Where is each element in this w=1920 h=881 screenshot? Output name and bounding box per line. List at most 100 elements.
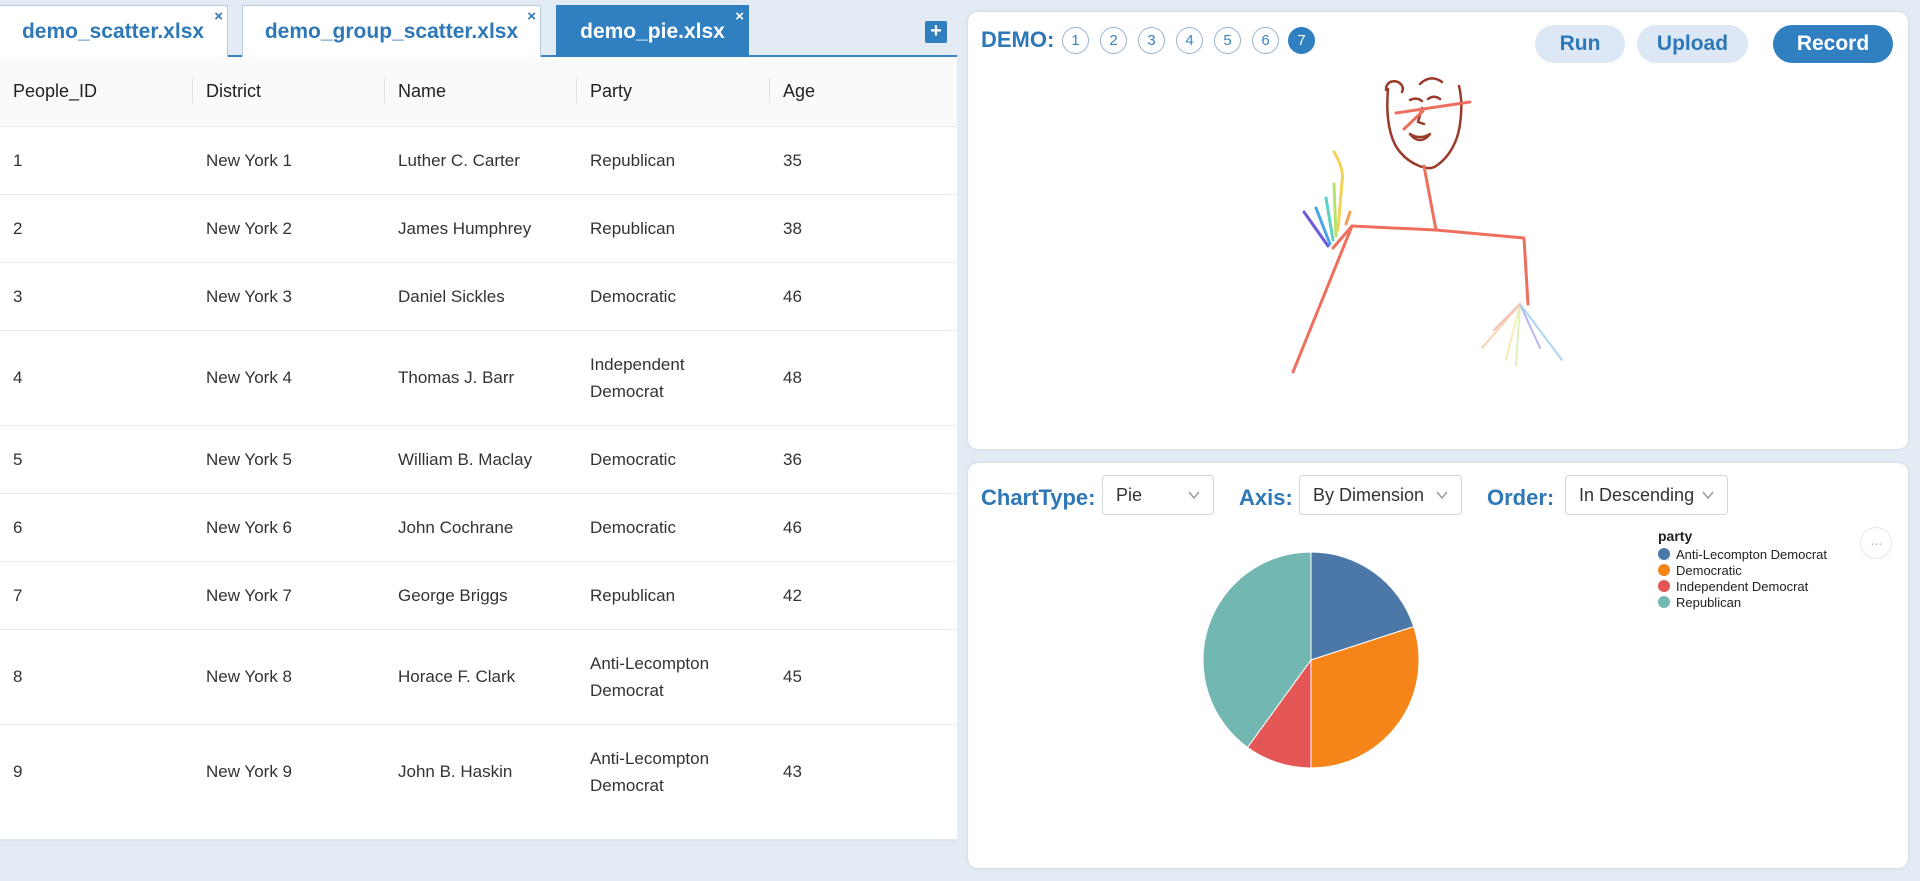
- chart-legend: party Anti-Lecompton Democrat Democratic…: [1658, 528, 1827, 610]
- cell-age: 38: [770, 193, 957, 262]
- cell-party: Anti-Lecompton Democrat: [577, 723, 770, 819]
- cell-name: James Humphrey: [385, 193, 577, 262]
- close-icon[interactable]: ×: [735, 9, 744, 24]
- table-row[interactable]: 1 New York 1 Luther C. Carter Republican…: [0, 125, 957, 194]
- cell-district: New York 1: [193, 125, 385, 194]
- cell-age: 48: [770, 329, 957, 425]
- cell-name: William B. Maclay: [385, 424, 577, 493]
- cell-name: Luther C. Carter: [385, 125, 577, 194]
- legend-swatch: [1658, 548, 1670, 560]
- cell-people-id: 9: [0, 723, 193, 819]
- tab-demo-group-scatter[interactable]: demo_group_scatter.xlsx ×: [242, 5, 541, 57]
- cell-name: Horace F. Clark: [385, 628, 577, 724]
- demo-label: DEMO:: [981, 27, 1055, 52]
- face-sketch: [1384, 77, 1463, 170]
- cell-district: New York 8: [193, 628, 385, 724]
- cell-people-id: 6: [0, 492, 193, 561]
- cell-name: Daniel Sickles: [385, 261, 577, 330]
- cell-age: 45: [770, 628, 957, 724]
- table-row[interactable]: 7 New York 7 George Briggs Republican 42: [0, 560, 957, 629]
- tab-label: demo_pie.xlsx: [580, 19, 725, 43]
- cell-name: George Briggs: [385, 560, 577, 629]
- add-tab-button[interactable]: +: [925, 21, 947, 43]
- table-row[interactable]: 9 New York 9 John B. Haskin Anti-Lecompt…: [0, 723, 957, 819]
- data-table: People_ID District Name Party Age 1 New …: [0, 57, 957, 839]
- right-hand-sketch: [1481, 303, 1563, 367]
- pie-chart: [1202, 551, 1420, 769]
- table-row[interactable]: 6 New York 6 John Cochrane Democratic 46: [0, 492, 957, 561]
- close-icon[interactable]: ×: [214, 9, 223, 24]
- table-footer-strip: [0, 839, 957, 842]
- demo-number-4[interactable]: 4: [1176, 27, 1203, 54]
- tab-label: demo_scatter.xlsx: [21, 19, 205, 43]
- legend-item-anti-lecompton: Anti-Lecompton Democrat: [1658, 546, 1827, 562]
- chart-card: ChartType: Pie Axis: By Dimension Order:…: [968, 463, 1908, 868]
- cell-district: New York 9: [193, 723, 385, 819]
- cell-name: John B. Haskin: [385, 723, 577, 819]
- table-row[interactable]: 2 New York 2 James Humphrey Republican 3…: [0, 193, 957, 262]
- column-header-age[interactable]: Age: [770, 57, 957, 126]
- cell-name: Thomas J. Barr: [385, 329, 577, 425]
- demo-number-6[interactable]: 6: [1252, 27, 1279, 54]
- legend-swatch: [1658, 564, 1670, 576]
- cell-party: Republican: [577, 125, 770, 194]
- tab-demo-pie[interactable]: demo_pie.xlsx ×: [556, 5, 749, 57]
- cell-party: Republican: [577, 193, 770, 262]
- demo-number-7[interactable]: 7: [1288, 27, 1315, 54]
- cell-party: Democratic: [577, 424, 770, 493]
- cell-district: New York 5: [193, 424, 385, 493]
- demo-number-3[interactable]: 3: [1138, 27, 1165, 54]
- cell-age: 35: [770, 125, 957, 194]
- cell-people-id: 2: [0, 193, 193, 262]
- legend-swatch: [1658, 580, 1670, 592]
- legend-swatch: [1658, 596, 1670, 608]
- legend-item-independent: Independent Democrat: [1658, 578, 1827, 594]
- table-row[interactable]: 8 New York 8 Horace F. Clark Anti-Lecomp…: [0, 628, 957, 724]
- cell-district: New York 3: [193, 261, 385, 330]
- legend-label: Anti-Lecompton Democrat: [1676, 546, 1828, 562]
- cell-party: Independent Democrat: [577, 329, 770, 425]
- column-header-district[interactable]: District: [193, 57, 385, 126]
- demo-number-5[interactable]: 5: [1214, 27, 1241, 54]
- file-tab-bar: demo_scatter.xlsx × demo_group_scatter.x…: [0, 0, 957, 57]
- run-button[interactable]: Run: [1535, 25, 1625, 63]
- cell-people-id: 3: [0, 261, 193, 330]
- tab-label: demo_group_scatter.xlsx: [264, 19, 519, 43]
- cell-people-id: 4: [0, 329, 193, 425]
- close-icon[interactable]: ×: [527, 9, 536, 24]
- pose-sketch-canvas[interactable]: [968, 12, 1908, 449]
- cell-district: New York 4: [193, 329, 385, 425]
- table-row[interactable]: 3 New York 3 Daniel Sickles Democratic 4…: [0, 261, 957, 330]
- column-header-name[interactable]: Name: [385, 57, 577, 126]
- legend-item-republican: Republican: [1658, 594, 1827, 610]
- cell-party: Anti-Lecompton Democrat: [577, 628, 770, 724]
- column-header-party[interactable]: Party: [577, 57, 770, 126]
- cell-age: 36: [770, 424, 957, 493]
- legend-label: Republican: [1676, 594, 1742, 610]
- record-button[interactable]: Record: [1773, 25, 1893, 63]
- table-header-row: People_ID District Name Party Age: [0, 57, 957, 126]
- demo-number-2[interactable]: 2: [1100, 27, 1127, 54]
- table-row[interactable]: 5 New York 5 William B. Maclay Democrati…: [0, 424, 957, 493]
- legend-label: Democratic: [1676, 562, 1742, 578]
- tab-demo-scatter[interactable]: demo_scatter.xlsx ×: [0, 5, 228, 57]
- cell-district: New York 2: [193, 193, 385, 262]
- cell-age: 42: [770, 560, 957, 629]
- cell-district: New York 6: [193, 492, 385, 561]
- cell-people-id: 5: [0, 424, 193, 493]
- demo-gesture-card: DEMO: 1 2 3 4 5 6 7 Run Upload Record: [968, 12, 1908, 449]
- table-row[interactable]: 4 New York 4 Thomas J. Barr Independent …: [0, 329, 957, 425]
- cell-party: Republican: [577, 560, 770, 629]
- data-panel: demo_scatter.xlsx × demo_group_scatter.x…: [0, 0, 957, 881]
- column-header-people-id[interactable]: People_ID: [0, 57, 193, 126]
- cell-district: New York 7: [193, 560, 385, 629]
- cell-people-id: 1: [0, 125, 193, 194]
- cell-people-id: 8: [0, 628, 193, 724]
- legend-title: party: [1658, 528, 1693, 544]
- cell-name: John Cochrane: [385, 492, 577, 561]
- cell-age: 46: [770, 492, 957, 561]
- more-options-button[interactable]: ···: [1860, 527, 1892, 559]
- cell-people-id: 7: [0, 560, 193, 629]
- upload-button[interactable]: Upload: [1637, 25, 1748, 63]
- demo-number-1[interactable]: 1: [1062, 27, 1089, 54]
